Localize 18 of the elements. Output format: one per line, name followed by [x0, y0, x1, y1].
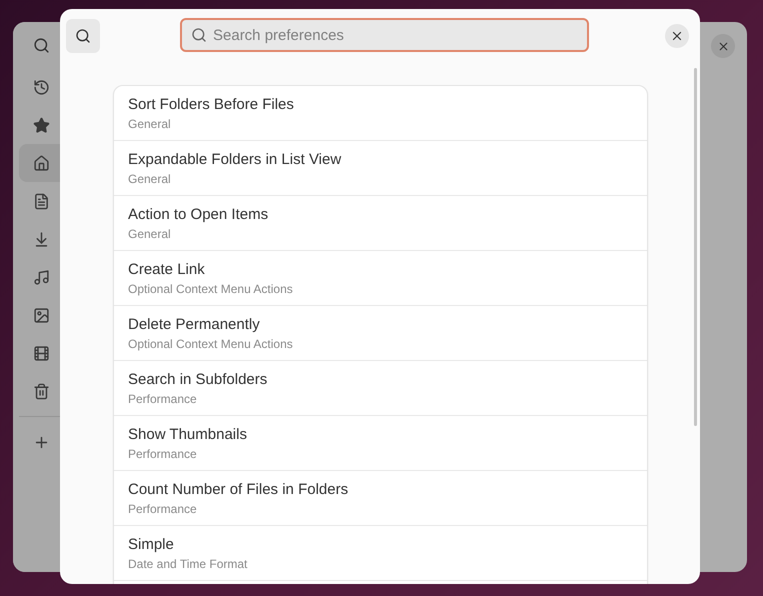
result-title: Create Link: [128, 260, 206, 278]
result-section: General: [128, 116, 647, 130]
result-section: Optional Context Menu Actions: [128, 282, 647, 296]
result-title: Show Thumbnails: [128, 426, 248, 442]
result-section: General: [128, 172, 647, 186]
result-section: Performance: [128, 392, 647, 406]
result-title: Expandable Folders in List View: [128, 150, 342, 168]
result-section: Performance: [128, 502, 647, 516]
result-section: Date and Time Format: [128, 556, 647, 570]
result-section: General: [128, 226, 647, 240]
result-title: Action to Open Items: [128, 206, 270, 222]
result-title: Search in Subfolders: [128, 370, 268, 388]
result-title: Sort Folders Before Files: [128, 96, 295, 112]
result-title: Simple: [128, 536, 175, 552]
result-section: Performance: [128, 446, 647, 460]
result-title: Delete Permanently: [128, 316, 261, 332]
result-section: Optional Context Menu Actions: [128, 336, 647, 350]
result-title: Count Number of Files in Folders: [128, 480, 350, 498]
